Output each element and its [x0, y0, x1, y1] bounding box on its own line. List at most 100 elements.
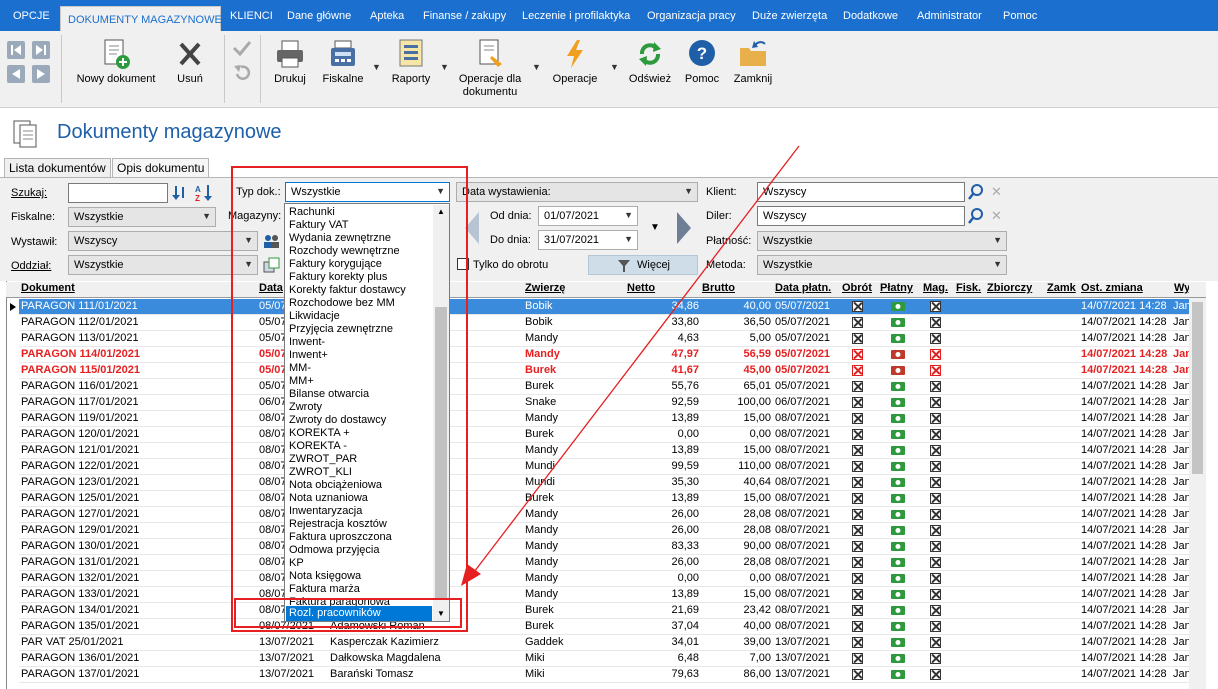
col-turnover[interactable]: Obrót	[842, 282, 872, 298]
cell-doc: PARAGON 131/01/2021	[21, 556, 140, 568]
help-button[interactable]: ? Pomoc	[682, 38, 722, 86]
col-last-change[interactable]: Ost. zmiana	[1081, 282, 1143, 298]
sort-alpha-icon[interactable]: AZ	[194, 183, 214, 203]
table-row[interactable]: PARAGON 137/01/2021 13/07/2021 Barański To…	[19, 667, 1189, 683]
menu-tab-additional[interactable]: Dodatkowe	[843, 10, 898, 22]
col-warehouse[interactable]: Mag.	[923, 282, 948, 298]
paid-icon	[891, 622, 905, 631]
client-clear-icon[interactable]: ✕	[991, 184, 1002, 200]
menu-tab-documents[interactable]: DOKUMENTY MAGAZYNOWE	[68, 14, 222, 26]
col-paid[interactable]: Płatny	[880, 282, 913, 298]
table-row[interactable]: PAR VAT 25/01/2021 13/07/2021 Kasperczak K…	[19, 635, 1189, 651]
new-document-button[interactable]: Nowy dokument	[70, 38, 162, 86]
paid-icon	[891, 670, 905, 679]
branch-select[interactable]: Wszystkie ▼	[68, 255, 258, 275]
col-issuer[interactable]: Wy	[1174, 282, 1189, 298]
cell-doc: PARAGON 137/01/2021	[21, 668, 140, 680]
menu-tab-admin[interactable]: Administrator	[917, 10, 982, 22]
menu-tab-large-animals[interactable]: Duże zwierzęta	[752, 10, 827, 22]
turnover-check-icon	[852, 509, 863, 520]
client-search-icon[interactable]	[966, 182, 988, 202]
menu-tab-options[interactable]: OPCJE	[13, 10, 50, 22]
document-operations-button[interactable]: Operacje dla dokumentu	[452, 38, 528, 99]
cell-paydate: 13/07/2021	[775, 636, 831, 648]
grid-scrollbar[interactable]	[1189, 298, 1206, 689]
menu-tab-main-data[interactable]: Dane główne	[287, 10, 351, 22]
cell-doc: PARAGON 116/01/2021	[21, 380, 139, 392]
reports-button[interactable]: Raporty	[386, 38, 436, 86]
tab-document-description[interactable]: Opis dokumentu	[112, 158, 210, 177]
menu-tab-help[interactable]: Pomoc	[1003, 10, 1037, 22]
cell-who: Jan	[1173, 476, 1189, 488]
next-record-icon[interactable]	[32, 65, 50, 83]
cell-changed: 14/07/2021 14:28	[1081, 636, 1167, 648]
cell-who: Jan	[1173, 668, 1189, 680]
cell-who: Jan	[1173, 332, 1189, 344]
turnover-check-icon	[852, 477, 863, 488]
confirm-icon[interactable]	[231, 38, 253, 61]
menu-tab-clients[interactable]: KLIENCI	[230, 10, 273, 22]
warehouse-check-icon	[930, 413, 941, 424]
menu-tab-active[interactable]: DOKUMENTY MAGAZYNOWE	[60, 6, 222, 33]
cell-changed: 14/07/2021 14:28	[1081, 492, 1167, 504]
warehouse-check-icon	[930, 525, 941, 536]
doc-ops-dropdown-icon[interactable]: ▼	[532, 62, 541, 72]
warehouse-check-icon	[930, 653, 941, 664]
annotation-arrow	[461, 145, 800, 586]
warehouse-check-icon	[930, 381, 941, 392]
prev-record-icon[interactable]	[7, 65, 25, 83]
fiscal-select[interactable]: Wszystkie ▼	[68, 207, 216, 227]
sort-icon[interactable]	[171, 184, 187, 202]
cell-who: Jan	[1173, 540, 1189, 552]
issuer-select[interactable]: Wszyscy ▼	[68, 231, 258, 251]
warehouse-check-icon	[930, 669, 941, 680]
lightning-icon	[567, 40, 583, 68]
fiscal-button[interactable]: Fiskalne	[318, 38, 368, 86]
first-record-icon[interactable]	[7, 41, 25, 59]
printer-icon	[277, 40, 303, 68]
col-document[interactable]: Dokument	[21, 282, 75, 298]
menu-tab-treatment[interactable]: Leczenie i profilaktyka	[522, 10, 630, 22]
search-input[interactable]	[68, 183, 168, 203]
table-row[interactable]: PARAGON 136/01/2021 13/07/2021 Dałkowska M…	[19, 651, 1189, 667]
delete-button[interactable]: Usuń	[170, 38, 210, 86]
cell-who: Jan	[1173, 604, 1189, 616]
dealer-clear-icon[interactable]: ✕	[991, 208, 1002, 224]
cell-changed: 14/07/2021 14:28	[1081, 460, 1167, 472]
menu-tab-pharmacy[interactable]: Apteka	[370, 10, 404, 22]
cash-register-icon	[331, 40, 355, 66]
cell-who: Jan	[1173, 524, 1189, 536]
fiscal-dropdown-icon[interactable]: ▼	[372, 62, 381, 72]
menu-tab-finance[interactable]: Finanse / zakupy	[423, 10, 506, 22]
table-row[interactable]: PARAGON 134/01/2021 08/07/2021 Burek 21,69 2…	[19, 603, 1189, 619]
col-fiscal[interactable]: Fisk.	[956, 282, 981, 298]
cell-doc: PARAGON 121/01/2021	[21, 444, 140, 456]
cell-gross: 7,00	[749, 652, 771, 664]
warehouse-check-icon	[930, 589, 941, 600]
cell-changed: 14/07/2021 14:28	[1081, 556, 1167, 568]
cell-date: 13/07/2021	[259, 668, 315, 680]
operations-button[interactable]: Operacje	[547, 38, 603, 86]
close-button[interactable]: Zamknij	[729, 38, 777, 86]
unpaid-icon	[891, 350, 905, 359]
paid-icon	[891, 430, 905, 439]
undo-icon[interactable]	[231, 62, 253, 85]
refresh-button[interactable]: Odśwież	[626, 38, 674, 86]
print-button[interactable]: Drukuj	[268, 38, 312, 86]
cell-net: 37,04	[671, 620, 699, 632]
dealer-search-icon[interactable]	[966, 206, 988, 226]
tab-document-list[interactable]: Lista dokumentów	[4, 158, 111, 177]
operations-dropdown-icon[interactable]: ▼	[610, 62, 619, 72]
col-collective[interactable]: Zbiorczy	[987, 282, 1032, 298]
last-record-icon[interactable]	[32, 41, 50, 59]
paid-icon	[891, 414, 905, 423]
cell-who: Jan	[1173, 572, 1189, 584]
col-closed[interactable]: Zamk	[1047, 282, 1076, 298]
paid-icon	[891, 638, 905, 647]
cell-who: Jan	[1173, 636, 1189, 648]
cell-doc: PARAGON 130/01/2021	[21, 540, 140, 552]
menu-tab-organization[interactable]: Organizacja pracy	[647, 10, 736, 22]
table-row[interactable]: PARAGON 135/01/2021 08/07/2021 Adamowski R…	[19, 619, 1189, 635]
reports-dropdown-icon[interactable]: ▼	[440, 62, 449, 72]
cell-changed: 14/07/2021 14:28	[1081, 380, 1167, 392]
